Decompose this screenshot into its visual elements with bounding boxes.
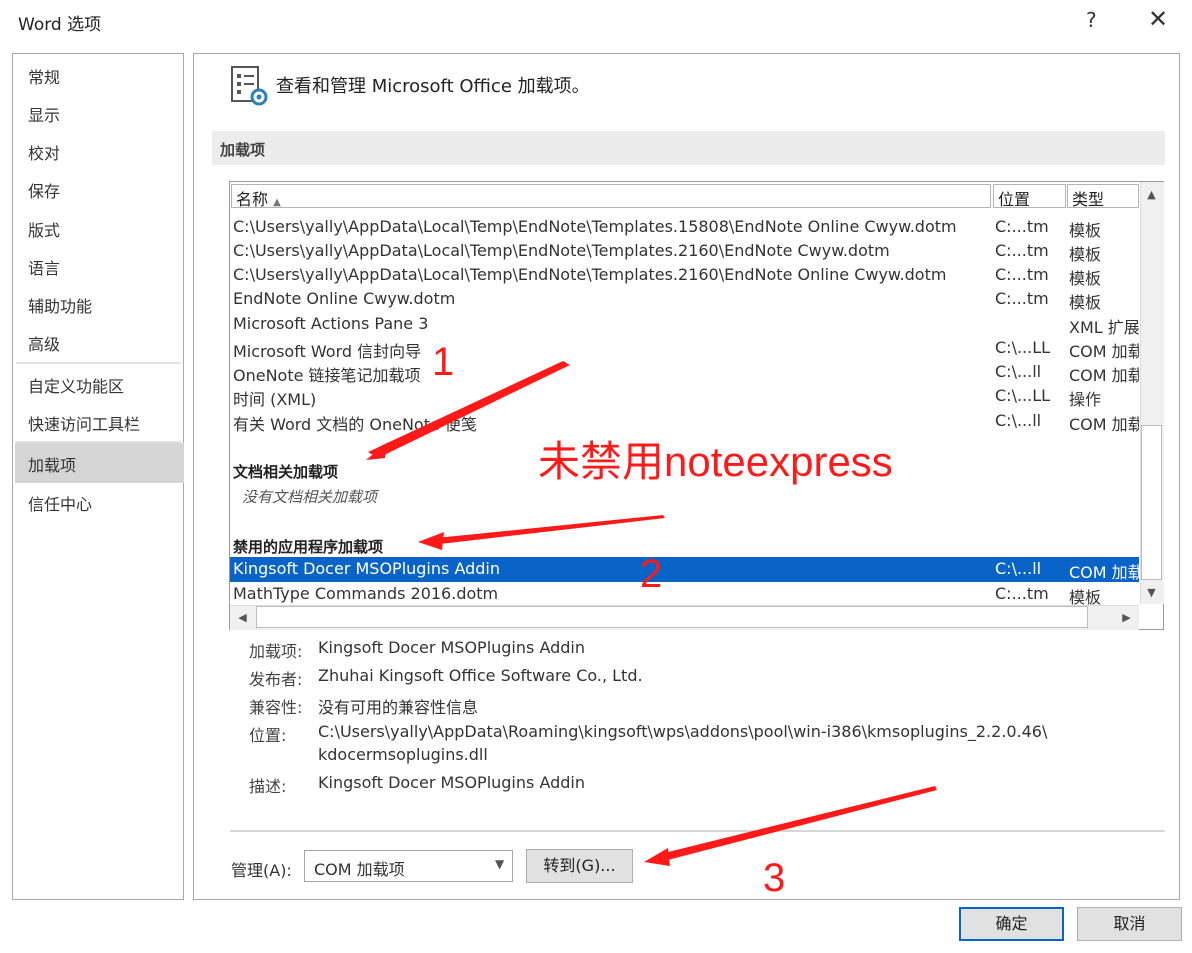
- help-icon[interactable]: ?: [1086, 8, 1097, 32]
- vertical-scroll-thumb[interactable]: [1141, 425, 1162, 580]
- list-item-type: COM 加载项: [1069, 342, 1139, 361]
- annotation-number-2: 2: [640, 552, 663, 596]
- list-item[interactable]: Microsoft Word 信封向导: [233, 338, 421, 362]
- detail-label-addin: 加载项:: [249, 642, 303, 661]
- divider: [230, 830, 1165, 832]
- list-item-location: C:...tm: [995, 217, 1049, 236]
- page-title: 查看和管理 Microsoft Office 加载项。: [276, 76, 590, 97]
- column-header-type[interactable]: 类型: [1067, 184, 1139, 209]
- nav-item-addins[interactable]: 加载项: [28, 452, 76, 476]
- nav-item-quick-access-toolbar[interactable]: 快速访问工具栏: [28, 411, 140, 435]
- detail-value-publisher: Zhuhai Kingsoft Office Software Co., Ltd…: [318, 666, 643, 685]
- detail-value-addin: Kingsoft Docer MSOPlugins Addin: [318, 638, 585, 657]
- detail-label-publisher: 发布者:: [249, 670, 303, 689]
- addins-manage-icon: [231, 66, 268, 106]
- list-item[interactable]: 有关 Word 文档的 OneNote 便笺: [233, 411, 477, 435]
- list-item[interactable]: C:\Users\yally\AppData\Local\Temp\EndNot…: [233, 217, 957, 236]
- options-nav: 常规 显示 校对 保存 版式 语言 辅助功能 高级 自定义功能区 快速访问工具栏…: [12, 53, 184, 900]
- list-item-type: 模板: [1069, 245, 1102, 264]
- detail-value-compatibility: 没有可用的兼容性信息: [318, 698, 479, 717]
- detail-label-location: 位置:: [249, 726, 287, 745]
- window-title: Word 选项: [18, 15, 102, 35]
- nav-item-language[interactable]: 语言: [28, 255, 60, 279]
- ok-button[interactable]: 确定: [959, 907, 1064, 941]
- nav-item-advanced[interactable]: 高级: [28, 331, 60, 355]
- list-item-type: COM 加载项: [1069, 415, 1139, 434]
- list-item-location: C:...tm: [995, 241, 1049, 260]
- list-item[interactable]: OneNote 链接笔记加载项: [233, 362, 421, 386]
- title-bar: [0, 0, 1192, 46]
- nav-item-general[interactable]: 常规: [28, 64, 60, 88]
- annotation-number-3: 3: [763, 856, 786, 900]
- list-item-location: C:...tm: [995, 265, 1049, 284]
- list-item[interactable]: EndNote Online Cwyw.dotm: [233, 289, 455, 308]
- nav-item-proofing[interactable]: 校对: [28, 140, 60, 164]
- manage-dropdown-value: COM 加载项: [314, 860, 405, 879]
- list-item[interactable]: MathType Commands 2016.dotm: [233, 584, 498, 603]
- list-item-location: C:...tm: [995, 584, 1049, 603]
- cancel-button[interactable]: 取消: [1077, 907, 1182, 941]
- detail-value-location-line1: C:\Users\yally\AppData\Roaming\kingsoft\…: [318, 722, 1048, 741]
- detail-value-location-line2: kdocermsoplugins.dll: [318, 745, 488, 764]
- nav-item-trust-center[interactable]: 信任中心: [28, 491, 92, 515]
- group-heading-disabled: 禁用的应用程序加载项: [233, 538, 384, 556]
- list-item-type: COM 加载项: [1069, 366, 1139, 385]
- list-item-location: C:\...ll: [995, 411, 1042, 430]
- chevron-down-icon[interactable]: ▼: [495, 857, 504, 871]
- annotation-number-1: 1: [432, 340, 455, 384]
- list-item-type: XML 扩展: [1069, 318, 1139, 337]
- detail-label-compatibility: 兼容性:: [249, 698, 303, 717]
- section-title: 加载项: [220, 141, 266, 159]
- list-item-location: C:\...ll: [995, 559, 1042, 578]
- group-heading-document: 文档相关加载项: [233, 463, 339, 481]
- list-item[interactable]: 时间 (XML): [233, 386, 316, 410]
- list-item-location: C:\...LL: [995, 338, 1051, 357]
- nav-item-accessibility[interactable]: 辅助功能: [28, 293, 92, 317]
- detail-label-description: 描述:: [249, 777, 287, 796]
- column-header-location[interactable]: 位置: [993, 184, 1066, 209]
- horizontal-scroll-thumb[interactable]: [256, 606, 1088, 628]
- list-item-location: C:\...ll: [995, 362, 1042, 381]
- scroll-left-icon[interactable]: ◀: [232, 607, 253, 628]
- column-header-name[interactable]: 名称 ▲: [231, 184, 991, 209]
- list-item-type: 模板: [1069, 293, 1102, 312]
- go-button[interactable]: 转到(G)...: [526, 849, 633, 883]
- list-item-selected[interactable]: Kingsoft Docer MSOPlugins Addin: [233, 559, 500, 578]
- nav-divider: [16, 362, 181, 364]
- list-item[interactable]: C:\Users\yally\AppData\Local\Temp\EndNot…: [233, 241, 890, 260]
- list-item-type: 模板: [1069, 221, 1102, 240]
- close-icon[interactable]: ✕: [1148, 5, 1168, 33]
- section-header: [212, 131, 1165, 165]
- list-item[interactable]: C:\Users\yally\AppData\Local\Temp\EndNot…: [233, 265, 946, 284]
- list-item[interactable]: Microsoft Actions Pane 3: [233, 314, 428, 333]
- scroll-up-icon[interactable]: ▲: [1141, 184, 1162, 205]
- sort-ascending-icon: ▲: [273, 197, 281, 208]
- nav-item-layout[interactable]: 版式: [28, 217, 60, 241]
- list-item-location: C:\...LL: [995, 386, 1051, 405]
- list-item-location: C:...tm: [995, 289, 1049, 308]
- scroll-down-icon[interactable]: ▼: [1141, 582, 1162, 603]
- manage-label: 管理(A):: [231, 861, 292, 880]
- list-item-type: 模板: [1069, 269, 1102, 288]
- group-empty-text: 没有文档相关加载项: [242, 488, 378, 506]
- list-item-type: 操作: [1069, 390, 1102, 409]
- nav-item-display[interactable]: 显示: [28, 102, 60, 126]
- list-item-type: COM 加载项: [1069, 563, 1139, 582]
- scroll-right-icon[interactable]: ▶: [1116, 607, 1137, 628]
- nav-item-customize-ribbon[interactable]: 自定义功能区: [28, 373, 124, 397]
- nav-item-save[interactable]: 保存: [28, 178, 60, 202]
- detail-value-description: Kingsoft Docer MSOPlugins Addin: [318, 773, 585, 792]
- annotation-note: 未禁用noteexpress: [538, 438, 893, 485]
